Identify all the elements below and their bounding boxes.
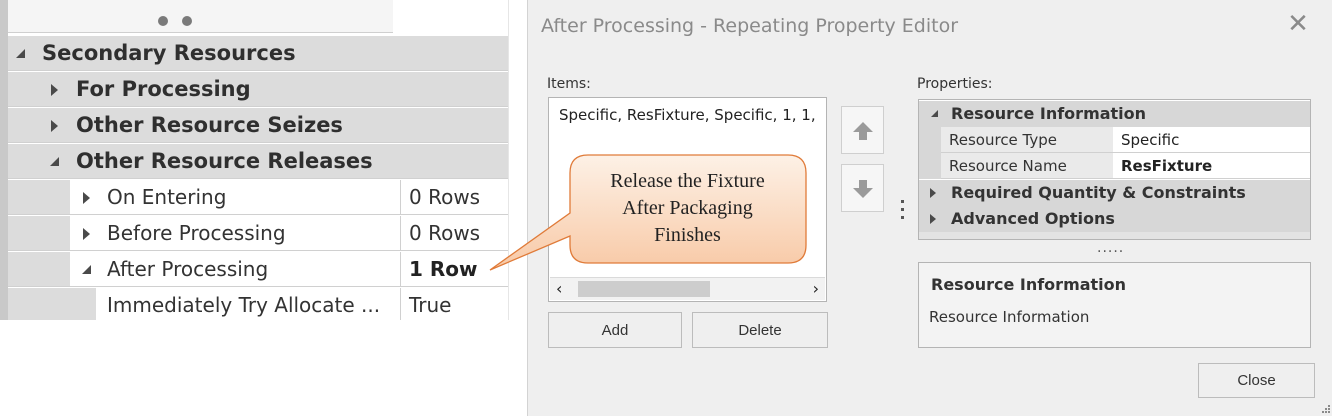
close-icon[interactable]: ✕ [1286, 11, 1310, 37]
description-body: Resource Information [929, 308, 1090, 326]
property-value[interactable]: ResFixture [1113, 153, 1310, 179]
horizontal-splitter-grip[interactable]: ····· [1097, 244, 1124, 260]
grid-bottom-strip [919, 232, 1310, 239]
row-label: Immediately Try Allocate ... [107, 293, 381, 317]
property-row-resource-name[interactable]: Resource Name ResFixture [919, 153, 1310, 179]
scroll-left-icon[interactable]: ‹ [556, 279, 562, 298]
grid-row-for-processing[interactable]: For Processing [8, 72, 508, 107]
description-panel: Resource Information Resource Informatio… [918, 262, 1311, 348]
grid-row-before-processing[interactable]: Before Processing 0 Rows [8, 216, 508, 251]
properties-grid[interactable]: Resource Information Resource Type Speci… [918, 99, 1311, 240]
items-label: Items: [547, 76, 591, 92]
grid-row-on-entering[interactable]: On Entering 0 Rows [8, 180, 508, 215]
row-label: Other Resource Seizes [76, 113, 343, 137]
row-gutter [8, 216, 70, 250]
grid-left-bar [0, 0, 8, 320]
row-gutter [8, 288, 96, 320]
expand-arrow-icon[interactable] [929, 187, 941, 199]
row-value[interactable]: 1 Row [400, 252, 508, 286]
row-label: Before Processing [107, 221, 286, 245]
properties-label: Properties: [917, 76, 993, 92]
callout-line: After Packaging [622, 197, 753, 219]
row-value[interactable]: 0 Rows [400, 180, 508, 214]
expand-arrow-icon[interactable] [48, 119, 62, 133]
arrow-up-icon [853, 122, 873, 140]
category-required-quantity-constraints[interactable]: Required Quantity & Constraints [919, 180, 1310, 206]
category-resource-information[interactable]: Resource Information [919, 101, 1310, 127]
row-label: On Entering [107, 185, 227, 209]
property-key: Resource Name [941, 153, 1113, 179]
collapse-arrow-icon[interactable] [929, 108, 941, 120]
expand-arrow-icon[interactable] [80, 227, 94, 241]
row-gutter [8, 252, 70, 286]
horizontal-scrollbar[interactable]: ‹ › [550, 277, 825, 300]
grid-row-immediately-try-allocate[interactable]: Immediately Try Allocate ... True [8, 288, 508, 320]
grid-category-secondary-resources[interactable]: Secondary Resources [8, 36, 508, 71]
dialog-title: After Processing - Repeating Property Ed… [541, 15, 959, 37]
row-value[interactable]: True [400, 288, 508, 320]
grid-row-after-processing[interactable]: After Processing 1 Row [8, 252, 508, 287]
move-up-button[interactable] [841, 106, 884, 154]
row-gutter [8, 180, 70, 214]
expand-arrow-icon[interactable] [80, 191, 94, 205]
property-key: Resource Type [941, 127, 1113, 153]
property-row-resource-type[interactable]: Resource Type Specific [919, 127, 1310, 153]
row-label: Other Resource Releases [76, 149, 373, 173]
collapse-arrow-icon[interactable] [14, 47, 28, 61]
vertical-splitter[interactable] [900, 200, 906, 222]
callout-line: Release the Fixture [610, 170, 765, 192]
expand-arrow-icon[interactable] [48, 83, 62, 97]
category-label: Required Quantity & Constraints [951, 183, 1246, 202]
add-button[interactable]: Add [548, 312, 682, 348]
grid-row-other-resource-seizes[interactable]: Other Resource Seizes [8, 108, 508, 143]
property-grid: Secondary Resources For Processing Other… [0, 0, 509, 320]
description-heading: Resource Information [931, 275, 1127, 294]
property-value[interactable]: Specific [1113, 127, 1310, 153]
arrow-down-icon [853, 180, 873, 198]
expand-arrow-icon[interactable] [929, 213, 941, 225]
resize-grip-icon[interactable] [1319, 402, 1331, 414]
category-advanced-options[interactable]: Advanced Options [919, 206, 1310, 232]
collapse-arrow-icon[interactable] [80, 263, 94, 277]
grid-row-other-resource-releases[interactable]: Other Resource Releases [8, 144, 508, 179]
scrollbar-thumb[interactable] [578, 281, 710, 297]
close-button[interactable]: Close [1198, 363, 1315, 398]
callout-text: Release the Fixture After Packaging Fini… [569, 168, 806, 249]
collapse-arrow-icon[interactable] [48, 155, 62, 169]
row-value[interactable]: 0 Rows [400, 216, 508, 250]
clipped-text-fragment [158, 4, 198, 26]
row-label: After Processing [107, 257, 269, 281]
move-down-button[interactable] [841, 164, 884, 212]
callout-line: Finishes [654, 224, 721, 246]
category-label: Resource Information [951, 104, 1147, 123]
scroll-right-icon[interactable]: › [813, 279, 819, 298]
delete-button[interactable]: Delete [692, 312, 828, 348]
row-label: For Processing [76, 77, 251, 101]
row-gutter [919, 153, 941, 179]
grid-cut-row [8, 0, 393, 33]
category-label: Advanced Options [951, 209, 1115, 228]
list-item[interactable]: Specific, ResFixture, Specific, 1, 1, [559, 106, 816, 124]
row-gutter [919, 127, 941, 153]
category-label: Secondary Resources [42, 41, 296, 65]
